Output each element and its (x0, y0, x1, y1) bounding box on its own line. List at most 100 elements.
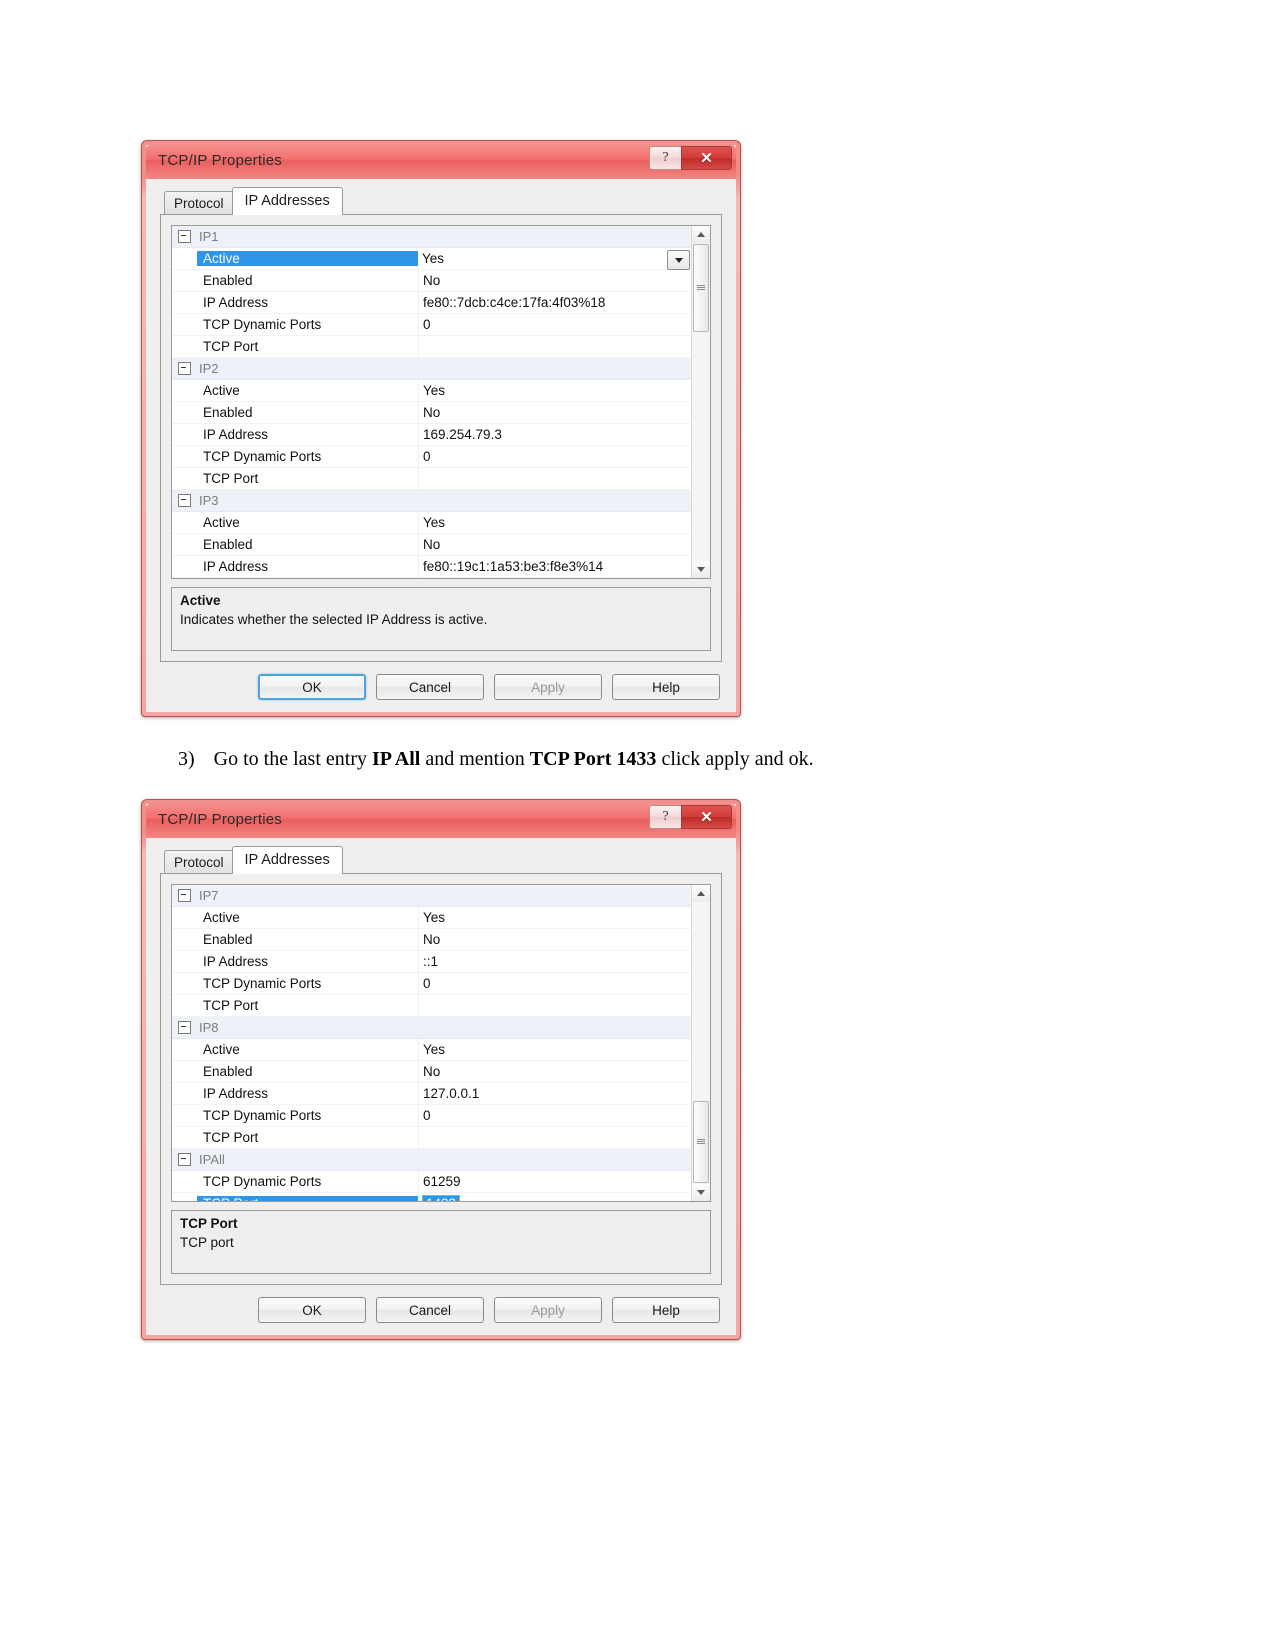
grid-property-row[interactable]: Active Yes (172, 906, 692, 929)
grid-row-value[interactable]: 1433 (418, 1193, 692, 1201)
scroll-up-icon[interactable] (692, 885, 710, 902)
grid-row-value[interactable]: 127.0.0.1 (418, 1082, 692, 1105)
close-icon[interactable]: ✕ (681, 805, 732, 829)
tab-protocol[interactable]: Protocol (164, 850, 234, 874)
ip-address-property-grid[interactable]: IP7 Active Yes Enabled No IP Address::1 TCP Dy… (171, 884, 711, 1202)
grid-property-row[interactable]: TCP Dynamic Ports 0 (172, 313, 692, 336)
cancel-button[interactable]: Cancel (376, 1297, 484, 1323)
grid-row-value[interactable]: 0 (418, 972, 692, 995)
vertical-scrollbar[interactable] (691, 885, 710, 1201)
grid-property-row[interactable]: Active Yes (172, 379, 692, 402)
grid-row-value[interactable]: ::1 (418, 950, 692, 973)
grid-property-row[interactable]: IP Address fe80::19c1:1a53:be3:f8e3%14 (172, 555, 692, 578)
grid-row-value[interactable]: 169.254.79.3 (418, 423, 692, 446)
help-icon[interactable]: ? (649, 146, 682, 170)
grid-category-row[interactable]: IP3 (172, 490, 692, 512)
grid-row-value[interactable]: 0 (418, 313, 692, 336)
scroll-up-icon[interactable] (692, 226, 710, 243)
grid-property-row[interactable]: IP Address fe80::7dcb:c4ce:17fa:4f03%18 (172, 291, 692, 314)
tab-panel-ip-addresses: IP7 Active Yes Enabled No IP Address::1 TCP Dy… (160, 873, 722, 1285)
grid-property-row[interactable]: Active Yes (172, 1038, 692, 1061)
grid-property-row[interactable]: Active Yes (172, 511, 692, 534)
grid-row-value[interactable]: 0 (418, 445, 692, 468)
grid-property-row[interactable]: TCP Port (172, 994, 692, 1017)
collapse-icon[interactable] (178, 494, 191, 507)
tab-ip-addresses[interactable]: IP Addresses (231, 187, 343, 215)
close-icon[interactable]: ✕ (681, 146, 732, 170)
ok-button[interactable]: OK (258, 674, 366, 700)
grid-row-value[interactable]: fe80::19c1:1a53:be3:f8e3%14 (418, 555, 692, 578)
help-button[interactable]: Help (612, 1297, 720, 1323)
grid-category-row[interactable]: IP7 (172, 885, 692, 907)
scrollbar-thumb[interactable] (693, 1101, 709, 1183)
grid-property-row[interactable]: Enabled No (172, 533, 692, 556)
cancel-button[interactable]: Cancel (376, 674, 484, 700)
grid-row-value[interactable]: 61259 (418, 1170, 692, 1193)
grid-property-row[interactable]: TCP Dynamic Ports 61259 (172, 1170, 692, 1193)
vertical-scrollbar[interactable] (691, 226, 710, 578)
value-edit-box[interactable]: 1433 (422, 1194, 461, 1201)
ok-button[interactable]: OK (258, 1297, 366, 1323)
chevron-down-icon[interactable] (667, 250, 690, 270)
grid-row-value[interactable] (420, 1149, 692, 1171)
collapse-icon[interactable] (178, 362, 191, 375)
grid-row-value[interactable] (420, 358, 692, 380)
grid-property-row[interactable]: Enabled No (172, 269, 692, 292)
grid-property-row[interactable]: TCP Port 1433 (172, 1193, 692, 1201)
scroll-down-icon[interactable] (692, 561, 710, 578)
tab-ip-addresses[interactable]: IP Addresses (231, 846, 343, 874)
grid-property-row[interactable]: IP Address 169.254.79.3 (172, 423, 692, 446)
ip-address-property-grid[interactable]: IP1 Active Yes Enabled No IP Address fe80::7dc… (171, 225, 711, 579)
grid-category-row[interactable]: IP2 (172, 358, 692, 380)
help-button[interactable]: Help (612, 674, 720, 700)
grid-category-row[interactable]: IPAll (172, 1149, 692, 1171)
collapse-icon[interactable] (178, 889, 191, 902)
grid-row-value[interactable] (418, 335, 692, 358)
grid-property-row[interactable]: TCP Dynamic Ports 0 (172, 445, 692, 468)
grid-row-value[interactable]: No (418, 1060, 692, 1083)
grid-property-row[interactable]: TCP Dynamic Ports 0 (172, 972, 692, 995)
tcpip-properties-dialog-2[interactable]: TCP/IP Properties ? ✕ Protocol IP Addres… (141, 799, 741, 1340)
title-bar[interactable]: TCP/IP Properties ? ✕ (146, 145, 736, 179)
grid-category-row[interactable]: IP1 (172, 226, 692, 248)
grid-row-value[interactable]: 0 (418, 1104, 692, 1127)
scrollbar-thumb[interactable] (693, 244, 709, 332)
grid-row-value[interactable] (418, 994, 692, 1017)
grid-property-row[interactable]: Enabled No (172, 1060, 692, 1083)
grid-row-value[interactable]: No (418, 269, 692, 292)
grid-row-value[interactable]: Yes (418, 379, 692, 402)
grid-property-row[interactable]: Enabled No (172, 928, 692, 951)
tcpip-properties-dialog-1[interactable]: TCP/IP Properties ? ✕ Protocol IP Addres… (141, 140, 741, 717)
grid-property-row[interactable]: TCP Port (172, 467, 692, 490)
grid-row-value[interactable]: Yes (418, 1038, 692, 1061)
grid-property-row[interactable]: Enabled No (172, 401, 692, 424)
title-bar[interactable]: TCP/IP Properties ? ✕ (146, 804, 736, 838)
grid-property-row[interactable]: TCP Port (172, 335, 692, 358)
collapse-icon[interactable] (178, 230, 191, 243)
grid-row-value[interactable]: No (418, 401, 692, 424)
grid-category-row[interactable]: IP8 (172, 1017, 692, 1039)
grid-property-row[interactable]: IP Address::1 (172, 950, 692, 973)
grid-row-value[interactable]: Yes (418, 906, 692, 929)
grid-row-value[interactable] (420, 885, 692, 907)
grid-row-value[interactable]: No (418, 928, 692, 951)
grid-row-label: TCP Dynamic Ports (203, 317, 322, 332)
tab-protocol[interactable]: Protocol (164, 191, 234, 215)
collapse-icon[interactable] (178, 1021, 191, 1034)
grid-row-value[interactable]: fe80::7dcb:c4ce:17fa:4f03%18 (418, 291, 692, 314)
scroll-down-icon[interactable] (692, 1184, 710, 1201)
grid-row-value[interactable] (418, 1126, 692, 1149)
grid-property-row[interactable]: TCP Dynamic Ports 0 (172, 1104, 692, 1127)
help-icon[interactable]: ? (649, 805, 682, 829)
grid-row-value[interactable]: Yes (418, 248, 692, 270)
grid-row-value[interactable] (418, 467, 692, 490)
grid-property-row[interactable]: TCP Port (172, 1126, 692, 1149)
grid-property-row[interactable]: Active Yes (172, 248, 692, 270)
grid-row-value[interactable]: No (418, 533, 692, 556)
grid-row-value[interactable] (420, 490, 692, 512)
collapse-icon[interactable] (178, 1153, 191, 1166)
grid-row-value[interactable] (420, 1017, 692, 1039)
grid-property-row[interactable]: IP Address 127.0.0.1 (172, 1082, 692, 1105)
grid-row-value[interactable]: Yes (418, 511, 692, 534)
grid-row-value[interactable] (420, 226, 692, 248)
